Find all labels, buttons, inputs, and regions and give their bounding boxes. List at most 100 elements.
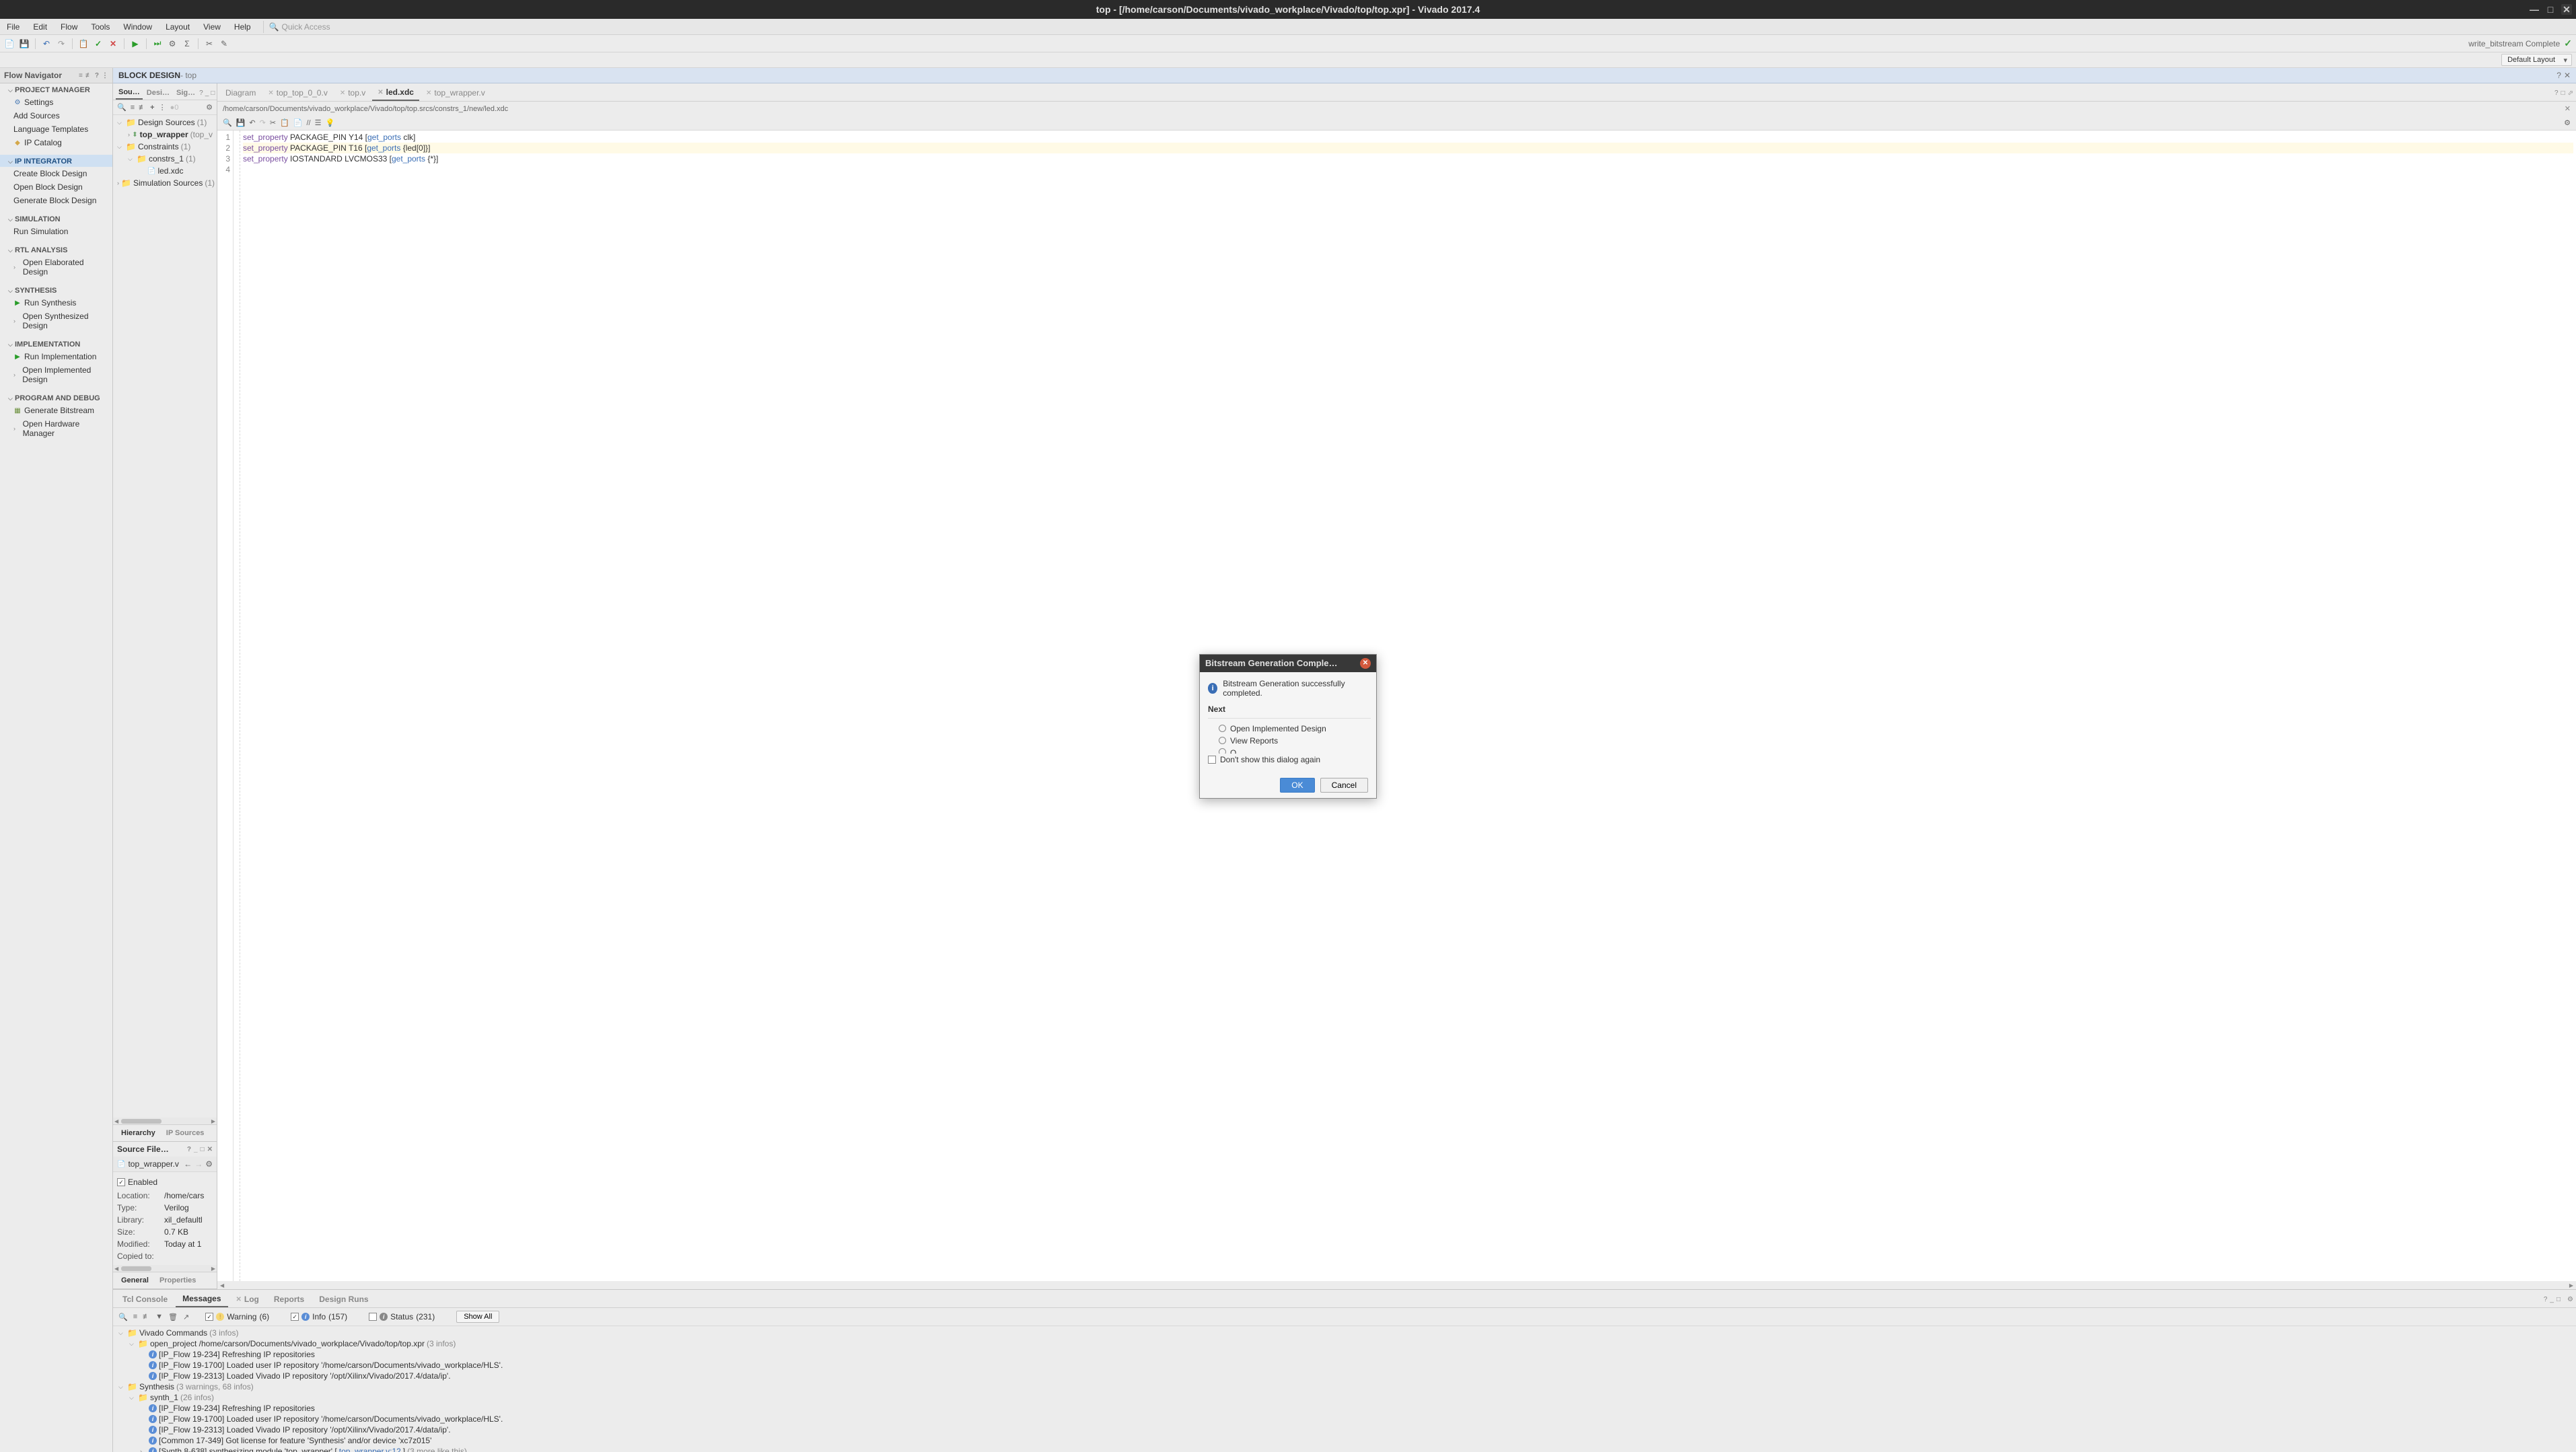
collapse-icon[interactable]: ≡ — [79, 72, 83, 79]
menu-flow[interactable]: Flow — [54, 20, 84, 34]
search-icon[interactable]: 🔍 — [117, 103, 127, 112]
tool3-icon[interactable]: ✎ — [219, 38, 229, 49]
checkbox-icon[interactable] — [205, 1313, 213, 1321]
flow-item[interactable]: ▶Run Implementation — [0, 350, 112, 363]
expand-icon[interactable]: ≢ — [143, 1313, 150, 1321]
nav-icon[interactable]: ↗ — [183, 1313, 189, 1321]
checkbox-icon[interactable] — [291, 1313, 299, 1321]
warning-filter[interactable]: ! Warning (6) — [205, 1312, 269, 1321]
minimize-icon[interactable]: _ — [194, 1146, 198, 1153]
options-icon[interactable]: ⋮ — [159, 103, 166, 112]
menu-tools[interactable]: Tools — [84, 20, 116, 34]
sources-bottom-tab[interactable]: IP Sources — [161, 1126, 210, 1140]
more-icon[interactable]: ⋮ — [102, 72, 108, 79]
help-icon[interactable]: ? — [187, 1146, 191, 1153]
close-icon[interactable]: ✕ — [2561, 4, 2572, 15]
maximize-icon[interactable]: □ — [211, 89, 215, 97]
flow-item[interactable]: Generate Block Design — [0, 194, 112, 207]
enabled-checkbox[interactable] — [117, 1178, 125, 1186]
tool1-icon[interactable]: Σ — [182, 38, 192, 49]
filter-icon[interactable]: ▼ — [155, 1313, 163, 1321]
tree-row[interactable]: ⌵📁constrs_1 (1) — [114, 153, 215, 165]
flow-item[interactable]: Run Simulation — [0, 225, 112, 238]
code-line[interactable]: set_property PACKAGE_PIN Y14 [get_ports … — [243, 132, 2573, 143]
tree-row[interactable]: ⌵📁Design Sources (1) — [114, 116, 215, 129]
bottom-tab[interactable]: Messages — [176, 1291, 227, 1307]
sources-tab[interactable]: Sig… — [174, 87, 198, 99]
next-icon[interactable]: → — [194, 1159, 203, 1169]
enabled-checkbox-row[interactable]: Enabled — [117, 1175, 213, 1190]
radio-icon[interactable] — [1219, 737, 1226, 744]
scrollbar-thumb[interactable] — [121, 1119, 162, 1124]
radio-icon[interactable] — [1219, 748, 1226, 754]
message-row[interactable]: ⌵📁 Vivado Commands (3 infos) — [118, 1328, 2571, 1338]
dialog-radio-option[interactable]: Open Implemented Design — [1208, 723, 1371, 735]
code-line[interactable]: set_property IOSTANDARD LVCMOS33 [get_po… — [243, 153, 2573, 164]
gear-icon[interactable]: ⚙ — [205, 1159, 213, 1169]
copy-icon[interactable]: 📋 — [280, 118, 289, 127]
maximize-icon[interactable]: □ — [2556, 1296, 2561, 1303]
message-row[interactable]: ⌵📁 open_project /home/carson/Documents/v… — [118, 1338, 2571, 1349]
flow-item[interactable]: ›Open Elaborated Design — [0, 256, 112, 279]
flow-section[interactable]: ⌵PROGRAM AND DEBUG — [0, 392, 112, 404]
save-icon[interactable]: 💾 — [236, 118, 246, 127]
dont-show-row[interactable]: Don't show this dialog again — [1208, 754, 1368, 766]
bottom-tab[interactable]: ✕ Log — [229, 1292, 266, 1307]
maximize-icon[interactable]: □ — [2545, 4, 2556, 15]
flow-item[interactable]: ▦Generate Bitstream — [0, 404, 112, 417]
checkbox-icon[interactable] — [369, 1313, 377, 1321]
circle-icon[interactable]: ●0 — [170, 104, 179, 112]
editor-tab[interactable]: ✕top_wrapper.v — [421, 85, 491, 100]
tree-row[interactable]: ›⬍top_wrapper (top_v — [114, 129, 215, 141]
menu-window[interactable]: Window — [116, 20, 159, 34]
layout-dropdown[interactable]: Default Layout — [2501, 54, 2572, 66]
bottom-tab[interactable]: Tcl Console — [116, 1292, 174, 1307]
editor-tab[interactable]: ✕led.xdc — [372, 85, 419, 101]
message-row[interactable]: i [IP_Flow 19-1700] Loaded user IP repos… — [118, 1360, 2571, 1371]
bottom-tab[interactable]: Reports — [267, 1292, 311, 1307]
radio-icon[interactable] — [1219, 725, 1226, 732]
prev-icon[interactable]: ← — [184, 1159, 192, 1169]
flow-section[interactable]: ⌵PROJECT MANAGER — [0, 83, 112, 96]
ok-button[interactable]: OK — [1280, 778, 1314, 793]
dialog-close-icon[interactable]: ✕ — [1360, 658, 1371, 669]
add-icon[interactable]: + — [150, 104, 154, 112]
sources-bottom-tab[interactable]: Hierarchy — [116, 1126, 161, 1140]
list-icon[interactable]: ☰ — [315, 118, 322, 127]
copy-icon[interactable]: 📋 — [78, 38, 89, 49]
message-row[interactable]: i [IP_Flow 19-234] Refreshing IP reposit… — [118, 1403, 2571, 1414]
maximize-icon[interactable]: □ — [2561, 89, 2565, 97]
tab-close-icon[interactable]: ✕ — [268, 89, 273, 97]
scrollbar-thumb[interactable] — [121, 1266, 151, 1271]
bulb-icon[interactable]: 💡 — [325, 118, 334, 127]
close-icon[interactable]: ✕ — [2564, 71, 2571, 80]
flow-section[interactable]: ⌵IMPLEMENTATION — [0, 338, 112, 350]
clear-icon[interactable]: 🗑 — [168, 1313, 178, 1321]
help-icon[interactable]: ? — [2556, 71, 2561, 80]
flow-section[interactable]: ⌵RTL ANALYSIS — [0, 244, 112, 256]
checkbox-icon[interactable] — [1208, 756, 1216, 764]
flow-section[interactable]: ⌵SYNTHESIS — [0, 284, 112, 296]
message-row[interactable]: i [IP_Flow 19-2313] Loaded Vivado IP rep… — [118, 1424, 2571, 1435]
tool2-icon[interactable]: ✂ — [204, 38, 215, 49]
dialog-radio-partial[interactable]: O — [1208, 747, 1368, 754]
flow-item[interactable]: ›Open Implemented Design — [0, 363, 112, 386]
collapse-all-icon[interactable]: ≡ — [131, 104, 135, 112]
quick-access-search[interactable]: 🔍 Quick Access — [263, 21, 336, 33]
editor-tab[interactable]: ✕top_top_0_0.v — [262, 85, 332, 100]
dialog-radio-option[interactable]: View Reports — [1208, 735, 1371, 747]
minimize-icon[interactable]: _ — [205, 89, 209, 97]
help-icon[interactable]: ? — [95, 72, 99, 79]
cancel-run-icon[interactable]: ✕ — [108, 38, 118, 49]
show-all-button[interactable]: Show All — [456, 1311, 499, 1323]
props-tab[interactable]: Properties — [154, 1274, 201, 1287]
props-tab[interactable]: General — [116, 1274, 154, 1287]
message-row[interactable]: i [IP_Flow 19-1700] Loaded user IP repos… — [118, 1414, 2571, 1424]
gear-icon[interactable]: ⚙ — [206, 103, 213, 112]
close-icon[interactable]: ✕ — [207, 1146, 213, 1153]
flow-item[interactable]: Language Templates — [0, 122, 112, 136]
comment-icon[interactable]: // — [306, 119, 310, 127]
flow-item[interactable]: Add Sources — [0, 109, 112, 122]
menu-edit[interactable]: Edit — [26, 20, 54, 34]
sources-tab[interactable]: Sou… — [116, 86, 143, 100]
